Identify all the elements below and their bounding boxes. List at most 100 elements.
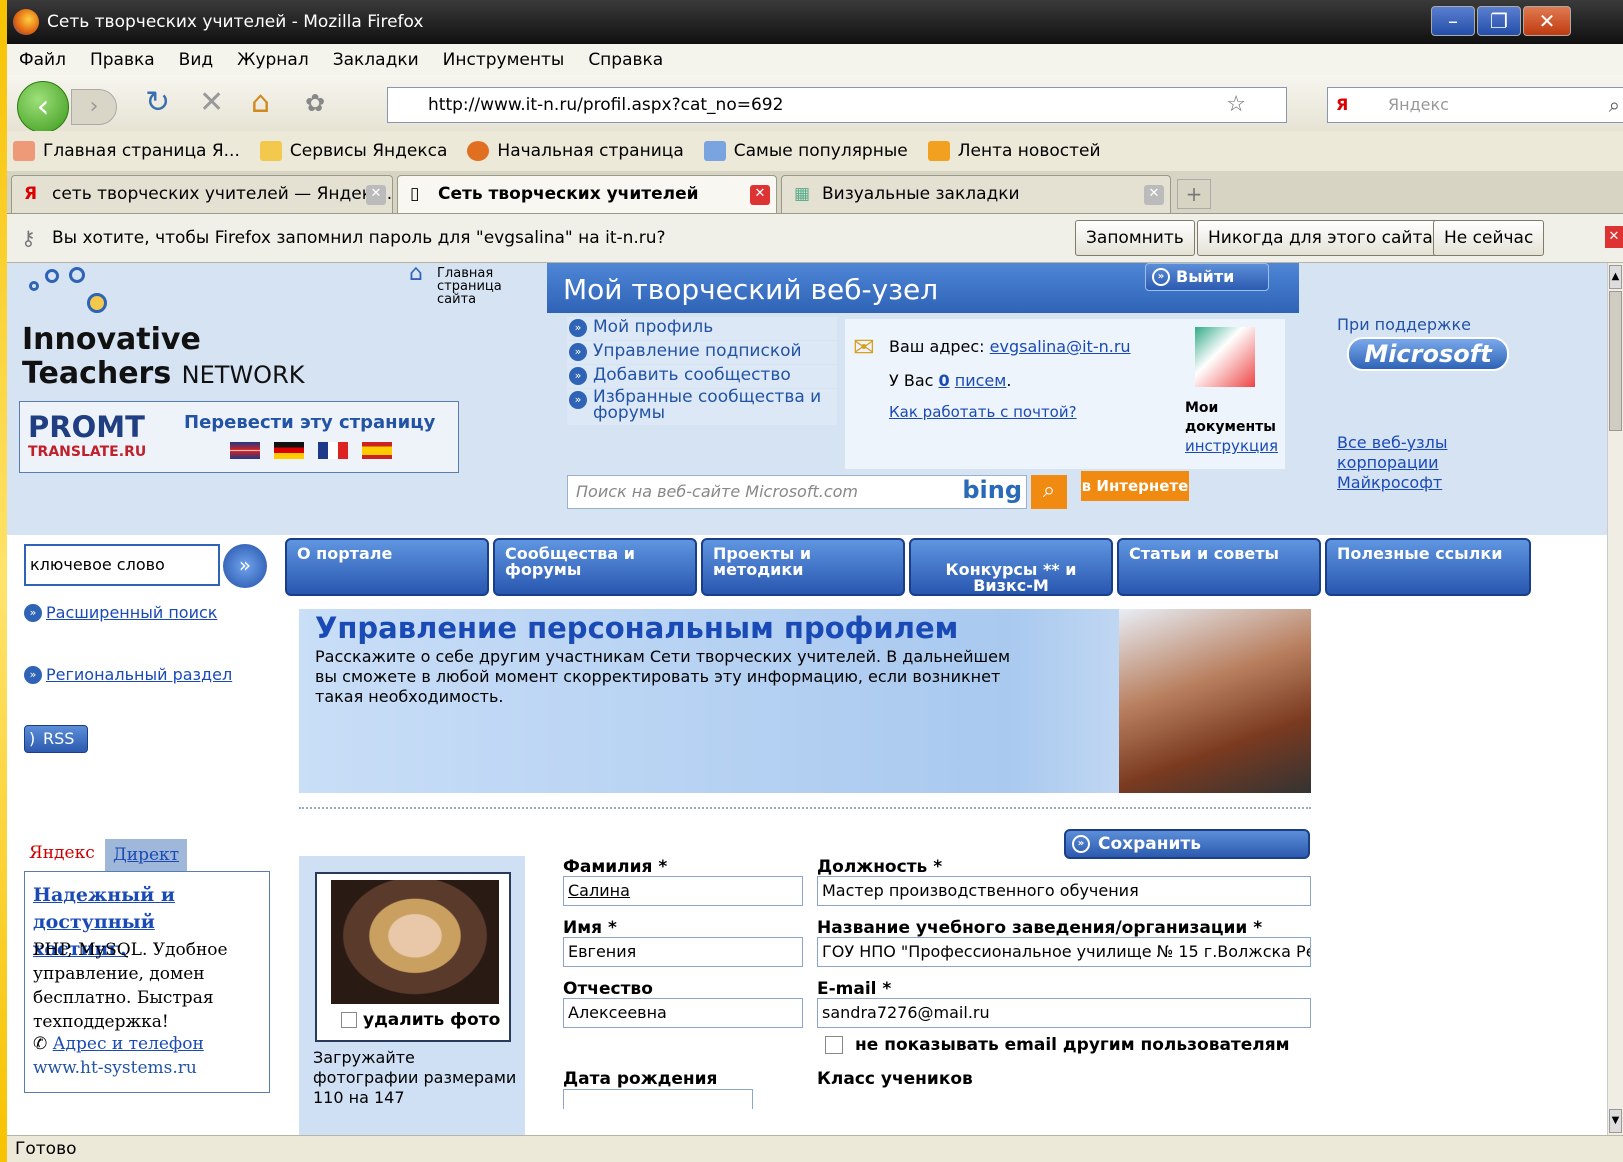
url-bar[interactable]: http://www.it-n.ru/profil.aspx?cat_no=69… bbox=[387, 87, 1287, 123]
advanced-search-link[interactable]: » Расширенный поиск bbox=[24, 603, 217, 622]
ad-contact-link[interactable]: ✆ Адрес и телефон bbox=[33, 1034, 204, 1054]
microsoft-logo[interactable]: Microsoft bbox=[1347, 337, 1509, 371]
keyword-search-button[interactable]: » bbox=[223, 544, 267, 588]
add-community-link[interactable]: » Добавить сообщество bbox=[567, 365, 837, 388]
nav-useful-links[interactable]: Полезные ссылки bbox=[1325, 538, 1531, 596]
email-field[interactable]: sandra7276@mail.ru bbox=[817, 998, 1311, 1028]
hide-email-checkbox[interactable] bbox=[825, 1036, 843, 1054]
menu-edit[interactable]: Правка bbox=[90, 50, 155, 70]
bookmark-yandex-services[interactable]: Сервисы Яндекса bbox=[254, 141, 447, 161]
tab-visual-bookmarks[interactable]: ▦ Визуальные закладки ✕ bbox=[781, 175, 1171, 213]
search-internet-button[interactable]: в Интернете bbox=[1081, 471, 1189, 501]
bookmark-start-page[interactable]: Начальная страница bbox=[461, 141, 684, 161]
home-page-link[interactable]: ⌂ Главная страница сайта bbox=[407, 263, 537, 306]
scroll-up-icon[interactable]: ▲ bbox=[1609, 265, 1622, 289]
uk-flag-icon[interactable] bbox=[230, 442, 260, 459]
search-box[interactable]: Я Яндекс ⌕ bbox=[1327, 87, 1623, 123]
hide-email-option[interactable]: не показывать email другим пользователям bbox=[825, 1035, 1290, 1055]
birth-date-field[interactable] bbox=[563, 1089, 753, 1109]
organization-field[interactable]: ГОУ НПО "Профессиональное училище № 15 г… bbox=[817, 937, 1311, 967]
fr-flag-icon[interactable] bbox=[318, 442, 348, 459]
maximize-button[interactable]: ❐ bbox=[1477, 6, 1521, 36]
bookmark-yandex-home[interactable]: Главная страница Я... bbox=[7, 141, 240, 161]
bookmark-star-icon[interactable]: ☆ bbox=[1226, 88, 1246, 122]
scroll-thumb[interactable] bbox=[1609, 291, 1622, 431]
envelope-icon: ✉ bbox=[853, 333, 875, 363]
arrow-icon: » bbox=[1072, 835, 1090, 853]
promt-translate-widget[interactable]: PROMT TRANSLATE.RU Перевести эту страниц… bbox=[19, 401, 459, 473]
nav-contests[interactable]: Конкурсы ** и Визкс-М bbox=[909, 538, 1113, 596]
tab-yandex-search[interactable]: Я сеть творческих учителей — Яндекс... ✕ bbox=[11, 175, 393, 213]
menu-help[interactable]: Справка bbox=[588, 50, 663, 70]
position-field[interactable]: Мастер производственного обучения bbox=[817, 876, 1311, 906]
microsoft-search-input[interactable]: Поиск на веб-сайте Microsoft.com bing bbox=[567, 475, 1027, 509]
close-bar-icon[interactable]: ✕ bbox=[1605, 226, 1623, 248]
home-icon[interactable]: ⌂ bbox=[251, 85, 270, 120]
new-tab-button[interactable]: + bbox=[1177, 179, 1211, 209]
home-icon: ⌂ bbox=[409, 263, 423, 286]
rss-button[interactable]: ) RSS bbox=[24, 725, 88, 753]
logout-button[interactable]: » Выйти bbox=[1145, 263, 1269, 291]
delete-photo-option[interactable]: удалить фото bbox=[341, 1010, 500, 1030]
tab-close-icon[interactable]: ✕ bbox=[366, 185, 386, 205]
favorite-communities-link[interactable]: » Избранные сообщества и форумы bbox=[567, 389, 837, 425]
menu-tools[interactable]: Инструменты bbox=[443, 50, 565, 70]
teachers-network-logo[interactable] bbox=[19, 267, 115, 321]
all-microsoft-sites-link[interactable]: Все веб-узлы корпорации Майкрософт bbox=[1337, 433, 1547, 493]
surname-field[interactable]: Салина bbox=[563, 876, 803, 906]
never-for-site-button[interactable]: Никогда для этого сайта bbox=[1197, 220, 1444, 256]
patronymic-field[interactable]: Алексеевна bbox=[563, 998, 803, 1028]
menu-view[interactable]: Вид bbox=[179, 50, 213, 70]
nav-projects-methods[interactable]: Проекты и методики bbox=[701, 538, 905, 596]
close-window-button[interactable]: ✕ bbox=[1523, 6, 1571, 36]
direct-tab[interactable]: Директ bbox=[105, 839, 187, 871]
my-profile-link[interactable]: » Мой профиль bbox=[567, 317, 837, 340]
name-field[interactable]: Евгения bbox=[563, 937, 803, 967]
yandex-tab[interactable]: Яндекс bbox=[29, 843, 95, 863]
de-flag-icon[interactable] bbox=[274, 442, 304, 459]
email-address-link[interactable]: evgsalina@it-n.ru bbox=[990, 337, 1131, 356]
vertical-scrollbar[interactable]: ▲ ▼ bbox=[1607, 263, 1623, 1135]
es-flag-icon[interactable] bbox=[362, 442, 392, 459]
search-go-icon[interactable]: ⌕ bbox=[1031, 475, 1067, 509]
letters-link[interactable]: писем bbox=[955, 371, 1007, 390]
letters-count-link[interactable]: 0 bbox=[939, 371, 950, 390]
back-button[interactable]: ‹ bbox=[17, 81, 69, 133]
menu-bookmarks[interactable]: Закладки bbox=[333, 50, 419, 70]
link-label: Расширенный поиск bbox=[46, 603, 218, 622]
tab-bar: Я сеть творческих учителей — Яндекс... ✕… bbox=[7, 171, 1623, 214]
instruction-link[interactable]: инструкция bbox=[1185, 437, 1278, 455]
nav-about-portal[interactable]: О портале bbox=[285, 538, 489, 596]
menu-file[interactable]: Файл bbox=[19, 50, 66, 70]
not-now-button[interactable]: Не сейчас bbox=[1433, 220, 1545, 256]
translate-page-link[interactable]: Перевести эту страницу bbox=[184, 412, 435, 433]
how-mail-link[interactable]: Как работать с почтой? bbox=[889, 403, 1077, 421]
grid-tab-icon: ▦ bbox=[794, 184, 811, 204]
nav-communities-forums[interactable]: Сообщества и форумы bbox=[493, 538, 697, 596]
keyword-input[interactable]: ключевое слово bbox=[24, 544, 220, 586]
remember-password-button[interactable]: Запомнить bbox=[1075, 220, 1195, 256]
menu-history[interactable]: Журнал bbox=[237, 50, 309, 70]
scroll-down-icon[interactable]: ▼ bbox=[1609, 1109, 1622, 1133]
yandex-direct-ad: Надежный и доступный хостинг. PHP, MySQL… bbox=[24, 871, 270, 1093]
forward-button[interactable]: › bbox=[71, 89, 117, 125]
subscription-link[interactable]: » Управление подпиской bbox=[567, 341, 837, 364]
stop-icon[interactable]: ✕ bbox=[199, 85, 224, 120]
ad-url[interactable]: www.ht-systems.ru bbox=[33, 1058, 197, 1078]
bookmark-news-feed[interactable]: Лента новостей bbox=[922, 141, 1101, 161]
tab-close-icon[interactable]: ✕ bbox=[1144, 185, 1164, 205]
save-button[interactable]: » Сохранить bbox=[1064, 829, 1310, 859]
tab-close-icon[interactable]: ✕ bbox=[750, 185, 770, 205]
search-icon[interactable]: ⌕ bbox=[1609, 88, 1620, 122]
nav-articles-tips[interactable]: Статьи и советы bbox=[1117, 538, 1321, 596]
tab-teachers-network[interactable]: ▯ Сеть творческих учителей ✕ bbox=[397, 175, 777, 213]
my-documents-label[interactable]: Мои документы bbox=[1185, 399, 1285, 437]
regional-section-link[interactable]: » Региональный раздел bbox=[24, 665, 232, 684]
documents-icon[interactable] bbox=[1195, 327, 1255, 387]
delete-photo-checkbox[interactable] bbox=[341, 1012, 357, 1028]
arrow-icon: » bbox=[24, 666, 42, 684]
minimize-button[interactable]: – bbox=[1431, 6, 1475, 36]
addon-icon[interactable]: ✿ bbox=[305, 89, 325, 117]
reload-icon[interactable]: ↻ bbox=[145, 85, 170, 120]
bookmark-most-visited[interactable]: Самые популярные bbox=[698, 141, 908, 161]
